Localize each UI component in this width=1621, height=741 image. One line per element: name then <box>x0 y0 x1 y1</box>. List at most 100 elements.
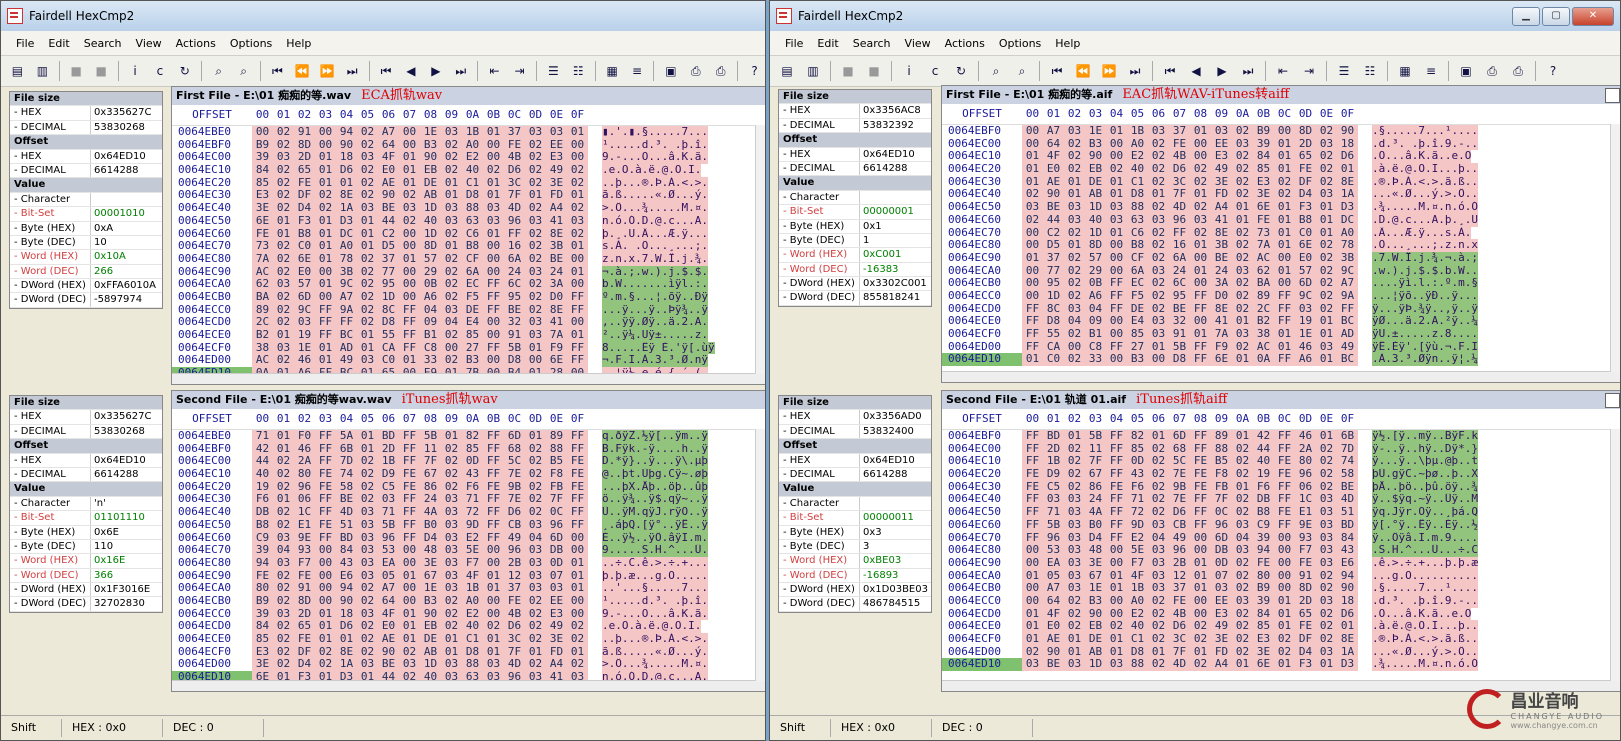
hex-byte[interactable]: 03 <box>1232 543 1253 557</box>
hex-byte[interactable]: 02 <box>357 632 378 646</box>
last-block-icon[interactable]: ⏭ <box>1237 60 1259 82</box>
hex-byte[interactable]: FF <box>1274 289 1295 303</box>
hex-byte[interactable]: D3 <box>336 214 357 228</box>
hex-byte[interactable]: 00 <box>1022 238 1043 252</box>
menu-help[interactable]: Help <box>1048 37 1087 50</box>
hex-byte[interactable]: 5B <box>1043 518 1064 532</box>
hex-byte[interactable]: 1A <box>336 201 357 215</box>
minimize-button[interactable]: ▁ <box>1512 6 1540 26</box>
hex-byte[interactable]: BA <box>252 290 273 304</box>
hex-byte[interactable]: A4 <box>546 201 567 215</box>
hex-byte[interactable]: 01 <box>1274 658 1295 672</box>
hex-byte[interactable]: FE <box>1169 594 1190 608</box>
hex-byte[interactable]: BD <box>378 429 399 443</box>
hex-byte[interactable]: 01 <box>1232 429 1253 443</box>
hex-byte[interactable]: 00 <box>1022 543 1043 557</box>
hex-byte[interactable]: 73 <box>252 239 273 253</box>
prev-block-icon[interactable]: ◀ <box>400 60 421 82</box>
hex-byte[interactable]: 44 <box>378 214 399 228</box>
hex-byte[interactable]: 37 <box>1043 251 1064 265</box>
hex-byte[interactable]: FF <box>315 328 336 342</box>
hex-byte[interactable]: 03 <box>441 505 462 519</box>
hex-byte[interactable]: FE <box>1295 162 1316 176</box>
hex-row[interactable]: 0064EC80 00 53 03 48 00 5E 03 96 00 DB 03 94 00 F7 03 43… <box>942 543 1620 557</box>
hex-byte[interactable]: 01 <box>483 632 504 646</box>
hex-row[interactable]: 0064EC70 39 04 93 00 84 03 53 00 48 03 5E 00 96 03 DB 00… <box>172 543 765 557</box>
hex-byte[interactable]: 96 <box>1295 467 1316 481</box>
hex-byte[interactable]: 40 <box>252 467 273 481</box>
hex-byte[interactable]: 96 <box>1169 543 1190 557</box>
hex-byte[interactable]: FF <box>1274 429 1295 443</box>
hex-byte[interactable]: 02 <box>441 594 462 608</box>
hex-byte[interactable]: 85 <box>252 632 273 646</box>
hex-byte[interactable]: 03 <box>399 201 420 215</box>
hex-byte[interactable]: 3C <box>1169 632 1190 646</box>
hex-byte[interactable]: 1D <box>378 290 399 304</box>
hex-row[interactable]: 0064ECE0 85 02 FE 01 01 02 AE 01 DE 01 C1 01 3C 02 3E 02… <box>172 632 765 646</box>
hex-byte[interactable]: F7 <box>462 556 483 570</box>
refresh-icon[interactable]: ↻ <box>950 60 972 82</box>
hex-byte[interactable]: FF <box>1022 429 1043 443</box>
hex-byte[interactable]: 37 <box>378 252 399 266</box>
hex-byte[interactable]: 02 <box>315 201 336 215</box>
hex-byte[interactable]: 01 <box>315 163 336 177</box>
next-block-icon[interactable]: ▶ <box>1211 60 1233 82</box>
hex-row[interactable]: 0064EC20 01 E0 02 EB 02 40 02 D6 02 49 02 85 01 FE 02 01… <box>942 162 1620 176</box>
hex-byte[interactable]: 44 <box>1043 213 1064 227</box>
hex-byte[interactable]: 02 <box>1148 658 1169 672</box>
hex-byte[interactable]: 00 <box>1190 594 1211 608</box>
hex-byte[interactable]: 02 <box>273 632 294 646</box>
hex-byte[interactable]: 16 <box>1169 238 1190 252</box>
hex-byte[interactable]: 00 <box>399 594 420 608</box>
hex-byte[interactable]: 02 <box>357 252 378 266</box>
save-icon[interactable]: ■ <box>837 60 859 82</box>
hex-byte[interactable]: 43 <box>336 556 357 570</box>
hex-byte[interactable]: 33 <box>1085 353 1106 367</box>
hex-byte[interactable]: 03 <box>441 543 462 557</box>
hex-byte[interactable]: 1D <box>1085 658 1106 672</box>
hex-byte[interactable]: 02 <box>1148 238 1169 252</box>
hex-byte[interactable]: C0 <box>1043 353 1064 367</box>
hex-byte[interactable]: 7A <box>1211 327 1232 341</box>
hex-byte[interactable]: 3E <box>252 201 273 215</box>
hex-byte[interactable]: A6 <box>1295 353 1316 367</box>
hex-byte[interactable]: B2 <box>252 328 273 342</box>
hex-byte[interactable]: 5E <box>1127 543 1148 557</box>
hex-byte[interactable]: A4 <box>1211 658 1232 672</box>
hex-byte[interactable]: 02 <box>1148 162 1169 176</box>
hex-byte[interactable]: 03 <box>357 556 378 570</box>
hex-byte[interactable]: FE <box>294 632 315 646</box>
hex-byte[interactable]: 03 <box>1148 556 1169 570</box>
hex-byte[interactable]: FF <box>399 429 420 443</box>
hex-byte[interactable]: 00 <box>483 239 504 253</box>
hex-byte[interactable]: DF <box>1295 632 1316 646</box>
hex-byte[interactable]: 01 <box>525 429 546 443</box>
hex-byte[interactable]: B1 <box>1085 327 1106 341</box>
hex-byte[interactable]: 90 <box>1337 124 1358 138</box>
hex-byte[interactable]: F8 <box>1211 467 1232 481</box>
hex-byte[interactable]: 02 <box>525 252 546 266</box>
hex-byte[interactable]: E0 <box>1295 251 1316 265</box>
hex-byte[interactable]: 00 <box>483 556 504 570</box>
hex-row[interactable]: 0064EC50 FF 71 03 4A FF 72 02 D6 FF 0C 02 B8 FE E1 03 51… <box>942 505 1620 519</box>
hex-byte[interactable]: 6E <box>1211 353 1232 367</box>
prev-block-icon[interactable]: ◀ <box>1185 60 1207 82</box>
hex-byte[interactable]: 46 <box>1295 429 1316 443</box>
hex-byte[interactable]: 03 <box>1064 124 1085 138</box>
hex-byte[interactable]: 3B <box>1211 238 1232 252</box>
hex-byte[interactable]: 01 <box>399 632 420 646</box>
hex-byte[interactable]: FF <box>1106 505 1127 519</box>
hex-byte[interactable]: 7E <box>1169 467 1190 481</box>
hex-byte[interactable]: 8E <box>1337 632 1358 646</box>
hex-byte[interactable]: 82 <box>462 429 483 443</box>
hex-byte[interactable]: 00 <box>483 594 504 608</box>
hex-byte[interactable]: EA <box>378 556 399 570</box>
hex-byte[interactable]: 00 <box>1190 543 1211 557</box>
hex-byte[interactable]: 02 <box>273 505 294 519</box>
hex-byte[interactable]: BC <box>1337 353 1358 367</box>
hex-byte[interactable]: C1 <box>1127 632 1148 646</box>
hex-byte[interactable]: A6 <box>1085 289 1106 303</box>
hex-byte[interactable]: 01 <box>567 239 588 253</box>
hex-byte[interactable]: 65 <box>294 163 315 177</box>
hex-row[interactable]: 0064EBE0 00 02 91 00 94 02 A7 00 1E 03 1B 01 37 03 03 01… <box>172 125 765 139</box>
